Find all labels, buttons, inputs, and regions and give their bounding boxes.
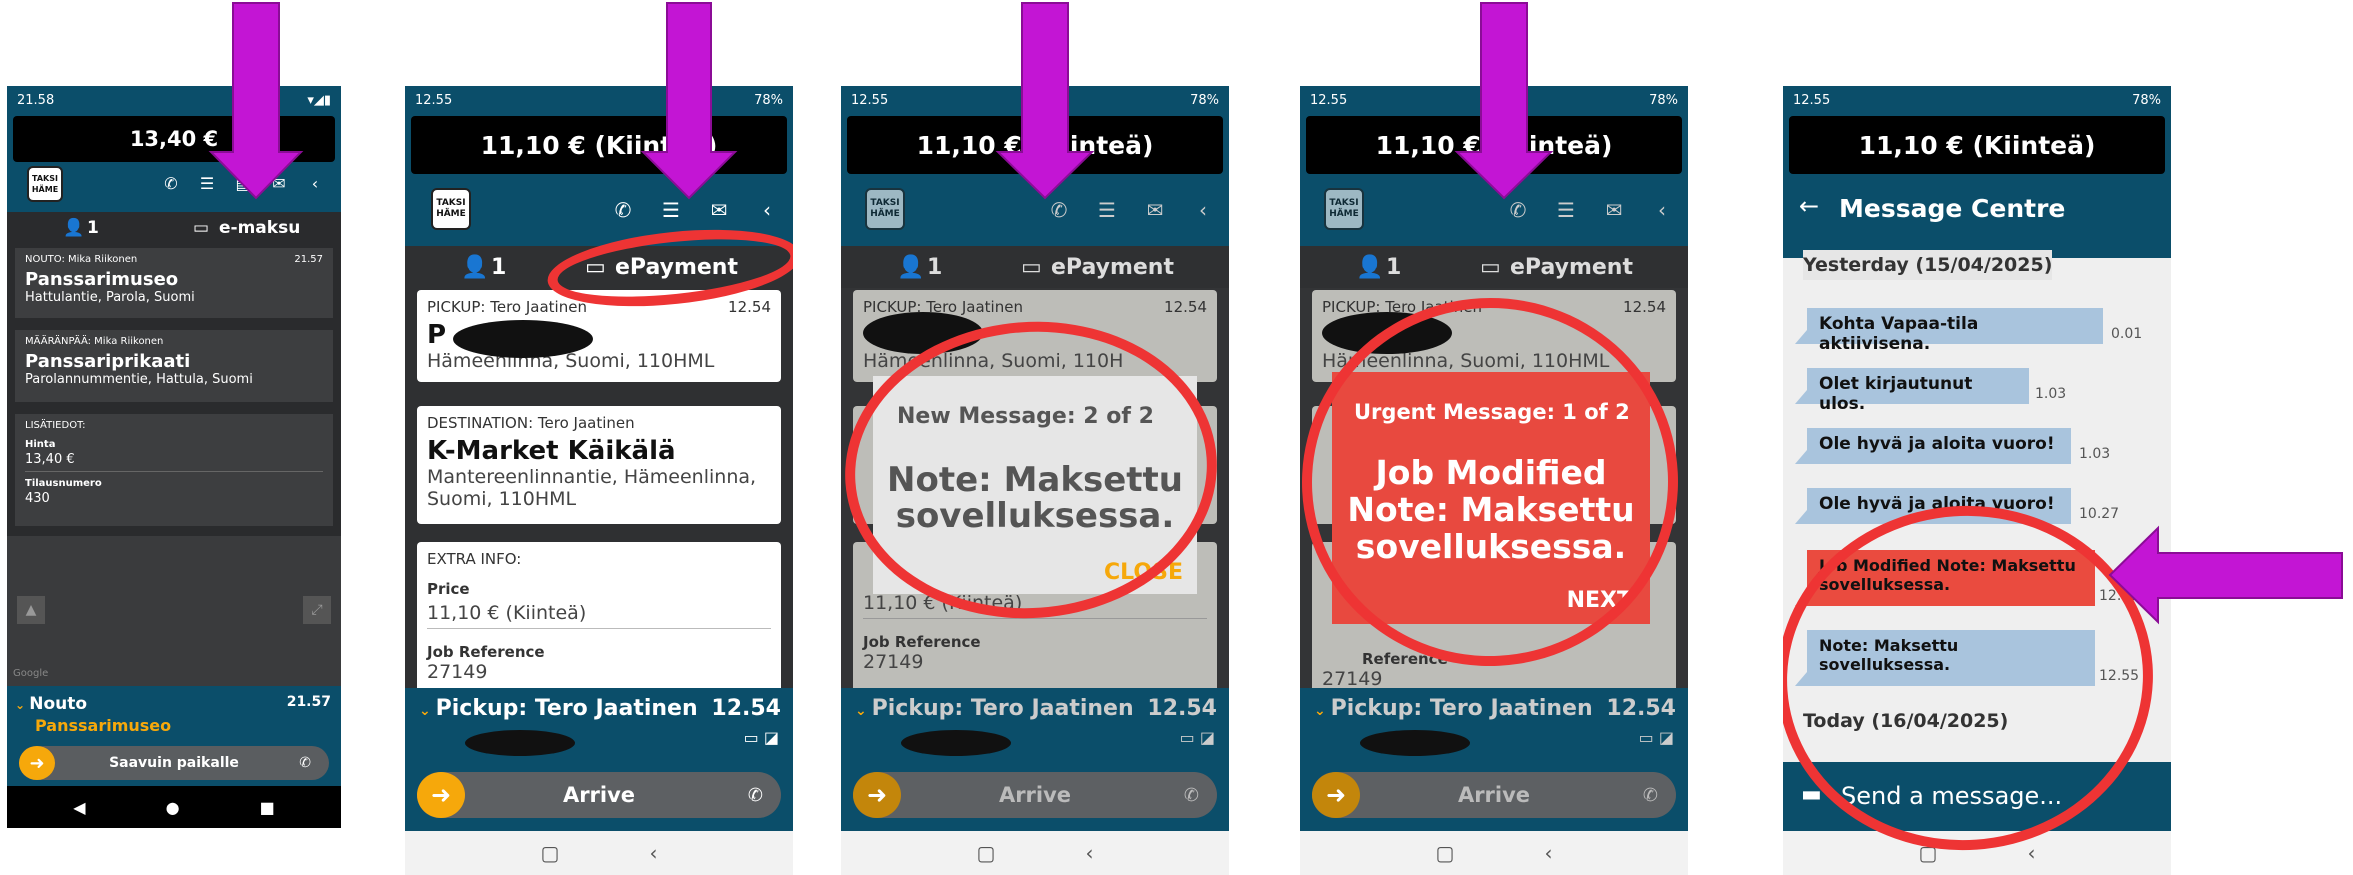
arrow-down-4 bbox=[1454, 2, 1554, 200]
arrow-down-2 bbox=[640, 2, 738, 200]
arrow-left-5 bbox=[2108, 525, 2343, 625]
annotation-arrows bbox=[208, 2, 2343, 625]
arrow-down-3 bbox=[995, 2, 1095, 200]
arrow-down-1 bbox=[208, 2, 304, 200]
